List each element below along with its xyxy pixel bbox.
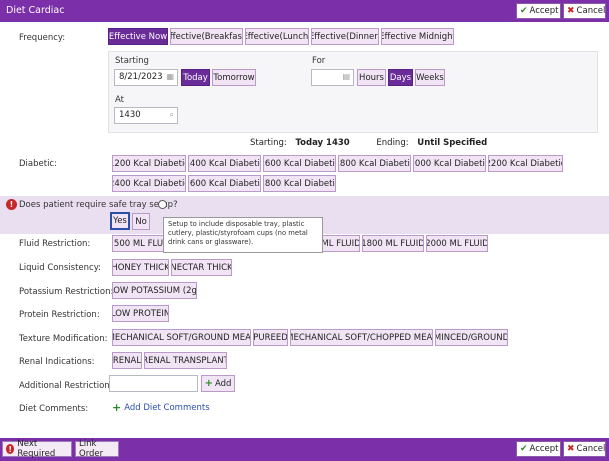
- cancel-button-label: Cancel: [576, 6, 606, 16]
- accept-button-label: Accept: [529, 6, 559, 16]
- footer-cancel-button[interactable]: ✖ Cancel: [563, 441, 606, 457]
- calendar-icon[interactable]: ▦: [166, 72, 174, 81]
- texture-pureed-button[interactable]: PUREED: [253, 329, 288, 346]
- days-button[interactable]: Days: [388, 69, 413, 86]
- weeks-button[interactable]: Weeks: [415, 69, 445, 86]
- add-restriction-button[interactable]: + Add: [201, 375, 235, 392]
- fluid-1800-button[interactable]: 1800 ML FLUID: [362, 235, 424, 252]
- accept-button[interactable]: ✔ Accept: [516, 3, 561, 19]
- low-protein-button[interactable]: LOW PROTEIN: [112, 305, 169, 322]
- schedule-summary: Starting: Today 1430 Ending: Until Speci…: [250, 138, 487, 148]
- plus-icon: +: [204, 378, 213, 389]
- frequency-effective-midnight-button[interactable]: Effective Midnight: [381, 28, 454, 45]
- fluid-partially-hidden-button[interactable]: ML FLUID: [322, 235, 360, 252]
- for-duration-input[interactable]: ▤: [311, 69, 354, 86]
- frequency-effective-dinner-button[interactable]: Effective(Dinner): [311, 28, 379, 45]
- frequency-label: Frequency:: [19, 33, 66, 43]
- safe-tray-yes-button[interactable]: Yes: [110, 212, 130, 230]
- potassium-restriction-label: Potassium Restriction:: [19, 287, 114, 297]
- summary-ending-value: Until Specified: [417, 138, 488, 148]
- check-icon: ✔: [520, 444, 528, 454]
- frequency-effective-now-button[interactable]: Effective Now: [108, 28, 168, 45]
- add-diet-comments-label: Add Diet Comments: [124, 402, 210, 413]
- required-alert-icon: !: [6, 199, 17, 210]
- close-icon: ✖: [567, 6, 575, 16]
- start-time-value: 1430: [119, 110, 141, 120]
- required-alert-icon: !: [6, 444, 15, 454]
- at-label: At: [115, 95, 124, 105]
- footer-accept-label: Accept: [529, 444, 559, 454]
- check-icon: ✔: [520, 6, 528, 16]
- texture-mech-soft-chopped-button[interactable]: MECHANICAL SOFT/CHOPPED MEAT: [290, 329, 433, 346]
- for-label: For: [312, 56, 326, 66]
- footer-cancel-label: Cancel: [576, 444, 606, 454]
- texture-mech-soft-ground-button[interactable]: MECHANICAL SOFT/GROUND MEAT: [112, 329, 251, 346]
- protein-restriction-label: Protein Restriction:: [19, 310, 100, 320]
- frequency-effective-lunch-button[interactable]: Effective(Lunch): [245, 28, 309, 45]
- low-potassium-button[interactable]: LOW POTASSIUM (2g): [112, 282, 197, 299]
- next-required-button[interactable]: ! Next Required: [2, 439, 72, 459]
- safe-tray-tooltip: Setup to include disposable tray, plasti…: [163, 217, 323, 253]
- summary-starting-value: Today 1430: [295, 138, 350, 148]
- texture-minced-ground-button[interactable]: MINCED/GROUND: [435, 329, 508, 346]
- stepper-icon[interactable]: ▤: [342, 72, 350, 81]
- cancel-button[interactable]: ✖ Cancel: [563, 3, 606, 19]
- help-cursor-icon: [158, 200, 167, 209]
- today-button[interactable]: Today: [181, 69, 210, 86]
- clock-icon[interactable]: ⌕: [170, 110, 174, 120]
- footer-accept-button[interactable]: ✔ Accept: [516, 441, 561, 457]
- diabetic-1200-button[interactable]: 1200 Kcal Diabetic: [112, 155, 186, 172]
- add-restriction-label: Add: [214, 378, 232, 389]
- schedule-panel: [108, 51, 598, 133]
- liquid-honey-thick-button[interactable]: HONEY THICK: [112, 259, 169, 276]
- diabetic-label: Diabetic:: [19, 159, 57, 169]
- add-diet-comments-link[interactable]: + Add Diet Comments: [112, 401, 210, 414]
- diabetic-2400-button[interactable]: 2400 Kcal Diabetic: [112, 175, 186, 192]
- safe-tray-no-button[interactable]: No: [132, 213, 150, 230]
- renal-button[interactable]: RENAL: [112, 352, 142, 369]
- diabetic-2600-button[interactable]: 2600 Kcal Diabetic: [188, 175, 261, 192]
- title-bar: Diet Cardiac ✔ Accept ✖ Cancel: [0, 0, 609, 22]
- close-icon: ✖: [567, 444, 575, 454]
- additional-restrictions-label: Additional Restrictions:: [19, 381, 117, 391]
- start-time-input[interactable]: 1430 ⌕: [114, 107, 178, 124]
- starting-label: Starting: [115, 56, 149, 66]
- renal-transplant-button[interactable]: RENAL TRANSPLANT: [144, 352, 227, 369]
- liquid-consistency-label: Liquid Consistency:: [19, 263, 101, 273]
- link-order-button[interactable]: Link Order: [75, 439, 119, 459]
- window-title: Diet Cardiac: [6, 5, 65, 16]
- footer-bar: ! Next Required Link Order ✔ Accept ✖ Ca…: [0, 438, 609, 461]
- summary-ending-label: Ending:: [376, 138, 409, 148]
- liquid-nectar-thick-button[interactable]: NECTAR THICK: [171, 259, 232, 276]
- fluid-2000-button[interactable]: 2000 ML FLUID: [426, 235, 488, 252]
- renal-indications-label: Renal Indications:: [19, 357, 95, 367]
- plus-icon: +: [112, 401, 122, 414]
- texture-modification-label: Texture Modification:: [19, 334, 108, 344]
- safe-tray-question: Does patient require safe tray setup?: [19, 200, 178, 210]
- diabetic-1400-button[interactable]: 1400 Kcal Diabetic: [188, 155, 261, 172]
- diabetic-2200-button[interactable]: 2200 Kcal Diabetic: [488, 155, 563, 172]
- diabetic-2000-button[interactable]: 2000 Kcal Diabetic: [413, 155, 486, 172]
- summary-starting-label: Starting:: [250, 138, 287, 148]
- frequency-effective-breakfast-button[interactable]: Effective(Breakfast): [170, 28, 243, 45]
- tomorrow-button[interactable]: Tomorrow: [212, 69, 256, 86]
- diabetic-2800-button[interactable]: 2800 Kcal Diabetic: [263, 175, 336, 192]
- diabetic-1800-button[interactable]: 1800 Kcal Diabetic: [338, 155, 411, 172]
- diet-comments-label: Diet Comments:: [19, 404, 89, 414]
- start-date-input[interactable]: 8/21/2023 ▦: [114, 69, 178, 86]
- diabetic-1600-button[interactable]: 1600 Kcal Diabetic: [263, 155, 336, 172]
- start-date-value: 8/21/2023: [119, 72, 163, 82]
- hours-button[interactable]: Hours: [357, 69, 386, 86]
- next-required-label: Next Required: [17, 439, 56, 459]
- fluid-restriction-label: Fluid Restriction:: [19, 239, 91, 249]
- additional-restrictions-input[interactable]: [109, 375, 198, 392]
